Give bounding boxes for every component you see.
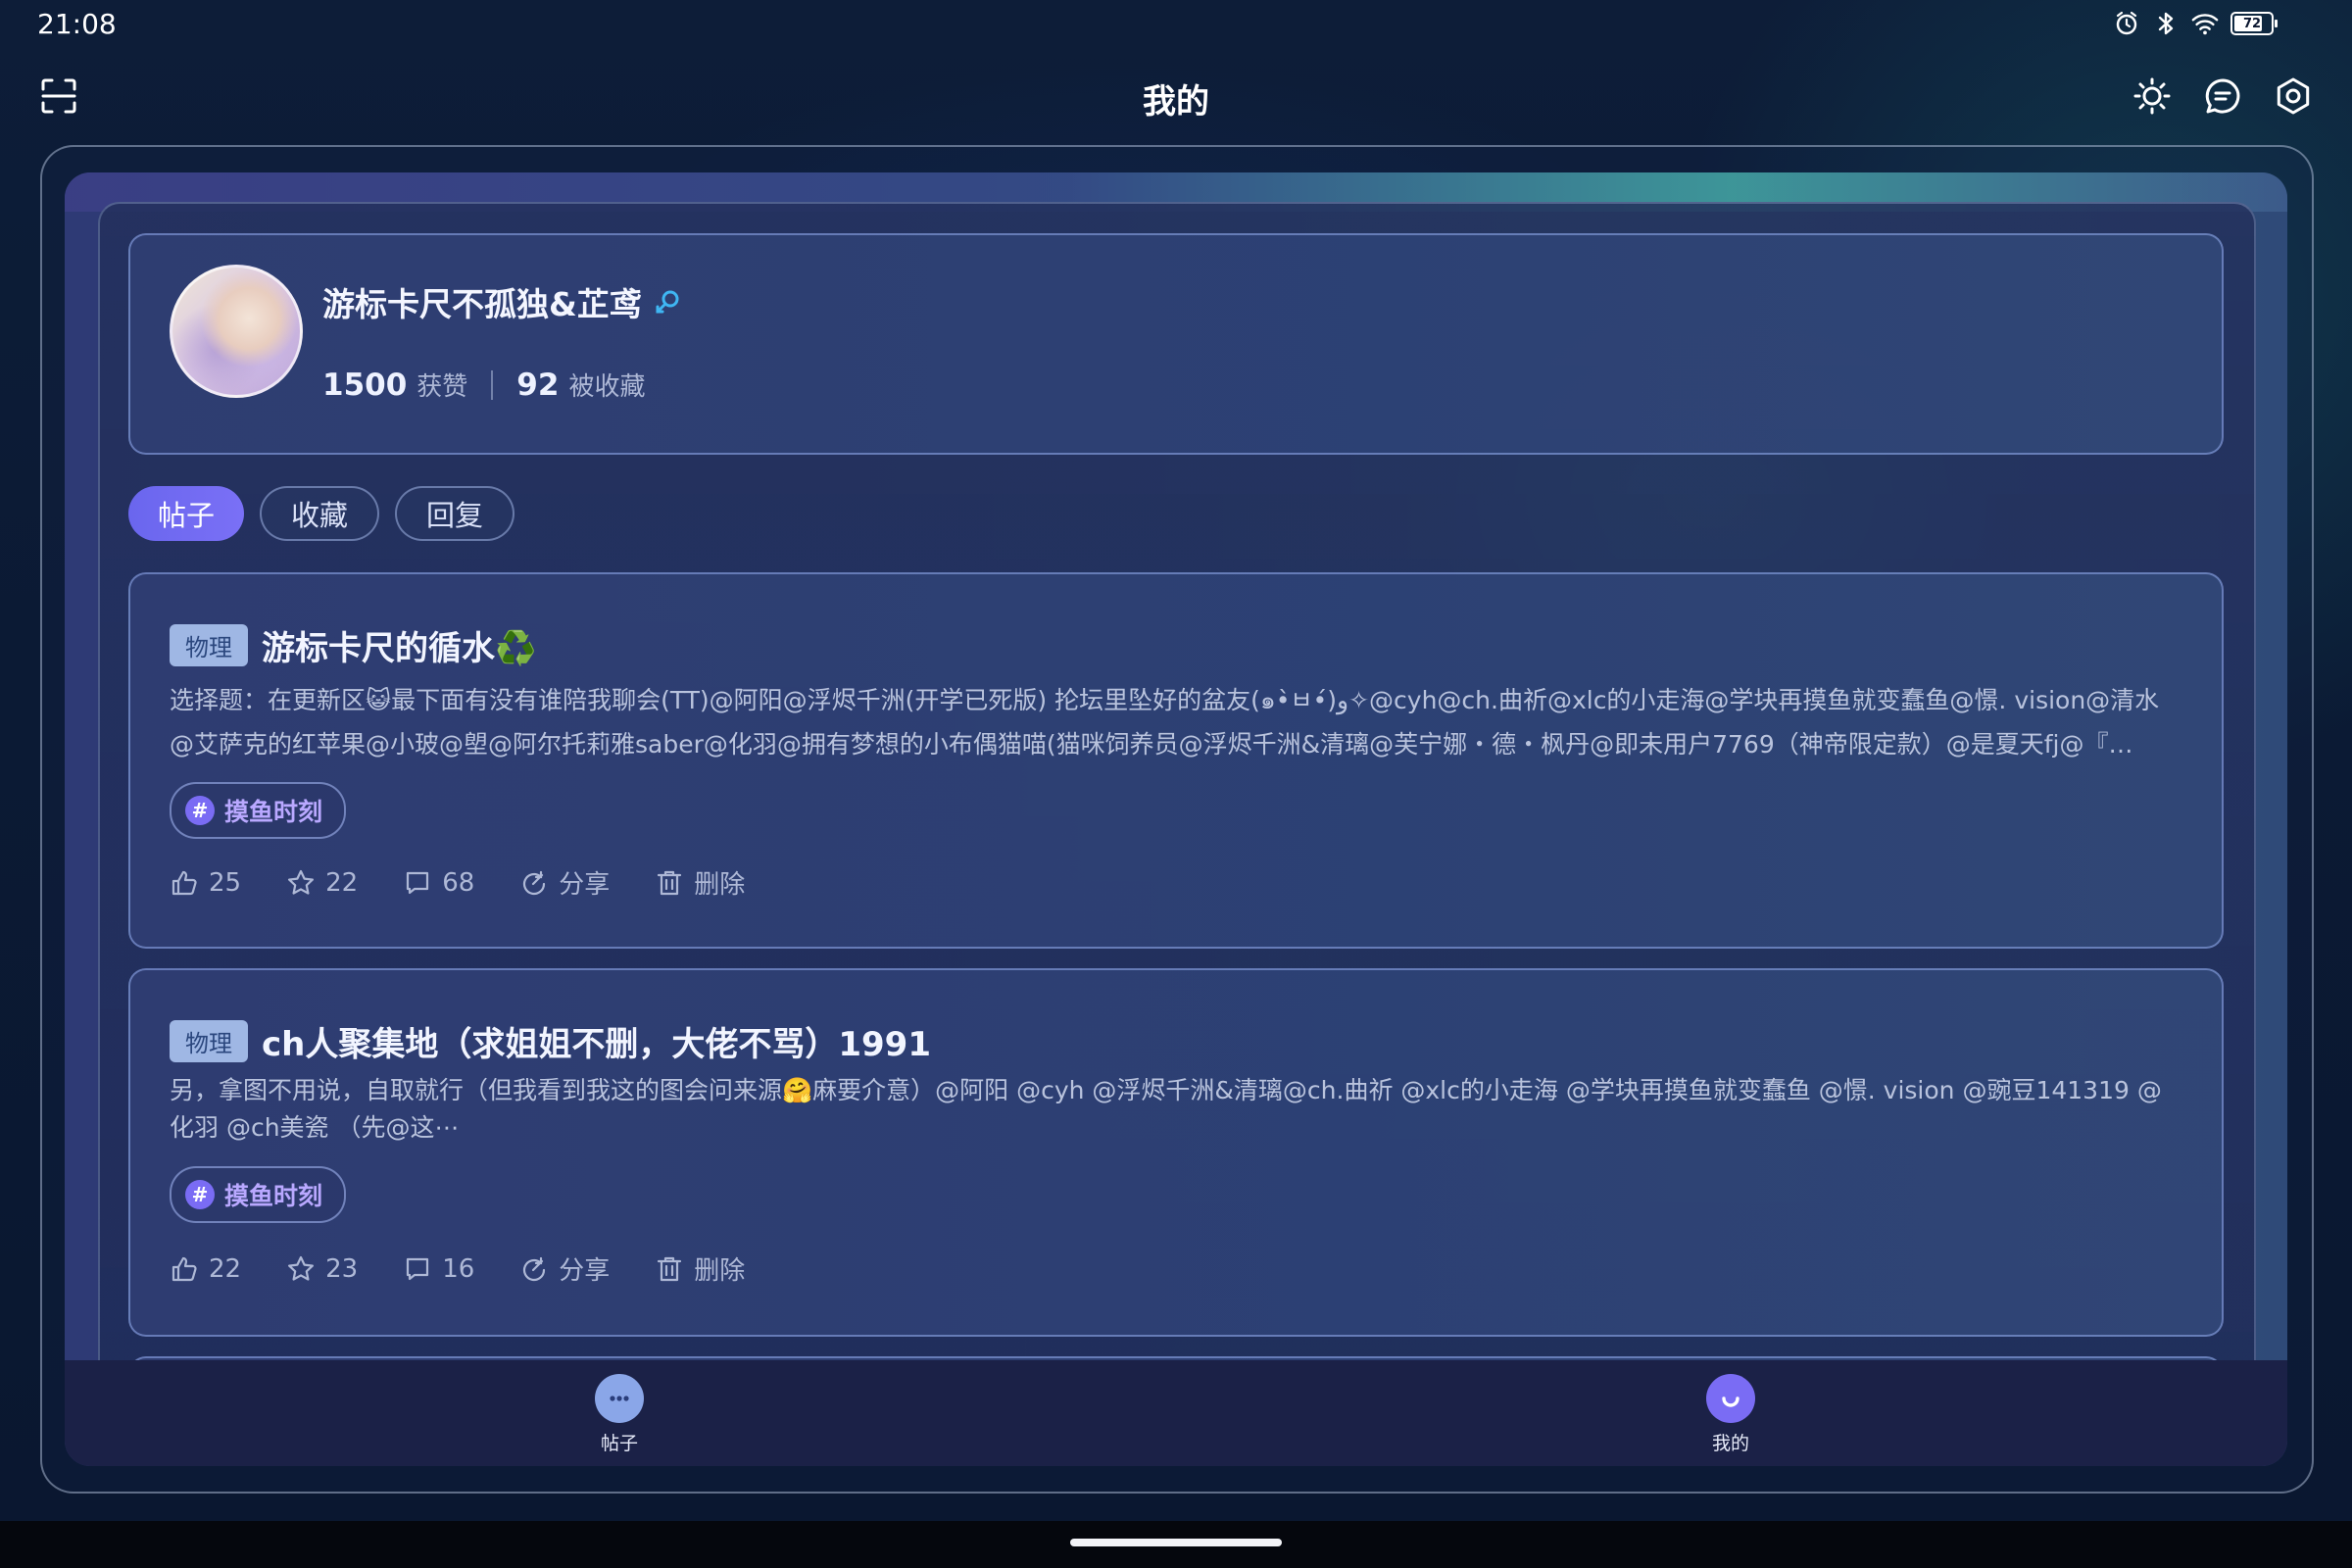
status-icons: 72 [2113, 10, 2278, 37]
likes-count: 1500 [322, 367, 408, 403]
delete-button[interactable]: 删除 [655, 1250, 745, 1287]
page-title: 我的 [1143, 82, 1209, 122]
star-button[interactable]: 23 [286, 1254, 358, 1284]
comment-icon [407, 871, 429, 894]
alarm-icon [2113, 10, 2140, 37]
like-button[interactable]: 25 [170, 868, 241, 898]
subject-tag[interactable]: 物理 [170, 624, 248, 666]
avatar[interactable] [170, 265, 303, 398]
home-indicator[interactable] [1070, 1539, 1282, 1546]
post-excerpt-line: 选择题：在更新区😺最下面有没有谁陪我聊会(TT)@阿阳@浮烬千洲(开学已死版) … [170, 686, 2160, 714]
brightness-icon[interactable] [2132, 76, 2172, 116]
battery-level: 72 [2242, 16, 2262, 31]
nav-me[interactable]: 我的 [1662, 1374, 1799, 1455]
trash-icon [658, 1256, 682, 1281]
like-count: 22 [209, 1253, 242, 1284]
nav-label: 我的 [1711, 1433, 1749, 1454]
post-excerpt: 选择题：在更新区😺最下面有没有谁陪我聊会(TT)@阿阳@浮烬千洲(开学已死版) … [170, 678, 2182, 766]
tab-replies[interactable]: 回复 [395, 486, 515, 541]
delete-button[interactable]: 删除 [655, 864, 745, 901]
post-excerpt-line: 另，拿图不用说，自取就行（但我看到我这的图会问来源🤗麻要介意）@阿阳 @cyh … [170, 1076, 2162, 1104]
star-icon [288, 1255, 315, 1281]
post-excerpt-line: 化羽 @ch美瓷 （先@这⋯ [170, 1113, 460, 1142]
profile-smile-icon [1706, 1374, 1755, 1423]
thumbs-up-icon [172, 870, 197, 895]
female-icon [654, 287, 683, 317]
comment-count: 16 [442, 1253, 475, 1284]
nav-posts[interactable]: 帖子 [551, 1374, 688, 1455]
post-card[interactable]: 物理 游标卡尺的循水♻️ 选择题：在更新区😺最下面有没有谁陪我聊会(TT)@阿阳… [128, 572, 2224, 949]
wifi-icon [2191, 10, 2219, 37]
delete-label: 删除 [694, 870, 746, 900]
delete-label: 删除 [694, 1256, 746, 1286]
comment-button[interactable]: 16 [403, 1254, 474, 1284]
hashtag-chip[interactable]: # 摸鱼时刻 [170, 1166, 347, 1223]
comment-button[interactable]: 68 [403, 868, 474, 898]
thumbs-up-icon [172, 1256, 197, 1281]
username-row: 游标卡尺不孤独&芷鸢 [322, 278, 683, 325]
share-label: 分享 [559, 1256, 611, 1286]
favorites-label: 被收藏 [568, 372, 646, 402]
star-count: 23 [325, 1253, 359, 1284]
trash-icon [658, 870, 682, 895]
status-time: 21:08 [37, 8, 117, 40]
hash-icon: # [185, 796, 215, 825]
hashtag-chip[interactable]: # 摸鱼时刻 [170, 782, 347, 839]
content-tabs: 帖子 收藏 回复 [128, 486, 515, 541]
bluetooth-icon [2152, 10, 2180, 37]
username: 游标卡尺不孤独&芷鸢 [322, 285, 642, 323]
hashtag-label: 摸鱼时刻 [224, 798, 323, 826]
message-icon[interactable] [2203, 76, 2242, 116]
post-actions: 22 23 16 分享 删除 [170, 1250, 745, 1287]
share-button[interactable]: 分享 [519, 864, 610, 901]
chat-bubble-icon [595, 1374, 644, 1423]
settings-icon[interactable] [2274, 76, 2313, 116]
share-icon [523, 870, 546, 895]
likes-label: 获赞 [416, 372, 468, 402]
share-button[interactable]: 分享 [519, 1250, 610, 1287]
favorites-count: 92 [516, 367, 560, 403]
post-excerpt: 另，拿图不用说，自取就行（但我看到我这的图会问来源🤗麻要介意）@阿阳 @cyh … [170, 1072, 2182, 1147]
post-card[interactable]: 物理 ch人聚集地（求姐姐不删，大佬不骂）1991 另，拿图不用说，自取就行（但… [128, 968, 2224, 1337]
comment-count: 68 [442, 867, 475, 898]
like-button[interactable]: 22 [170, 1254, 241, 1284]
share-label: 分享 [559, 870, 611, 900]
battery-icon: 72 [2230, 12, 2278, 35]
post-title[interactable]: 游标卡尺的循水♻️ [262, 621, 536, 669]
nav-label: 帖子 [600, 1433, 638, 1454]
post-title-row: 物理 游标卡尺的循水♻️ [170, 621, 536, 669]
post-excerpt-line: @艾萨克的红苹果@小玻@塱@阿尔托莉雅saber@化羽@拥有梦想的小布偶猫喵(猫… [170, 730, 2133, 759]
profile-stats: 1500 获赞 92 被收藏 [322, 367, 645, 403]
tab-posts[interactable]: 帖子 [128, 486, 245, 541]
star-button[interactable]: 22 [286, 868, 358, 898]
star-icon [288, 869, 315, 895]
bottom-nav: 帖子 我的 [65, 1360, 2287, 1466]
hashtag-label: 摸鱼时刻 [224, 1182, 323, 1210]
comment-icon [407, 1257, 429, 1280]
tab-favorites[interactable]: 收藏 [260, 486, 380, 541]
hash-icon: # [185, 1180, 215, 1209]
share-icon [523, 1256, 546, 1281]
star-count: 22 [325, 867, 359, 898]
profile-card: 游标卡尺不孤独&芷鸢 1500 获赞 92 被收藏 [128, 233, 2224, 455]
stats-divider [491, 369, 494, 400]
subject-tag[interactable]: 物理 [170, 1020, 248, 1062]
post-title-row: 物理 ch人聚集地（求姐姐不删，大佬不骂）1991 [170, 1017, 931, 1065]
post-actions: 25 22 68 分享 删除 [170, 864, 745, 901]
post-title[interactable]: ch人聚集地（求姐姐不删，大佬不骂）1991 [262, 1017, 931, 1065]
like-count: 25 [209, 867, 242, 898]
